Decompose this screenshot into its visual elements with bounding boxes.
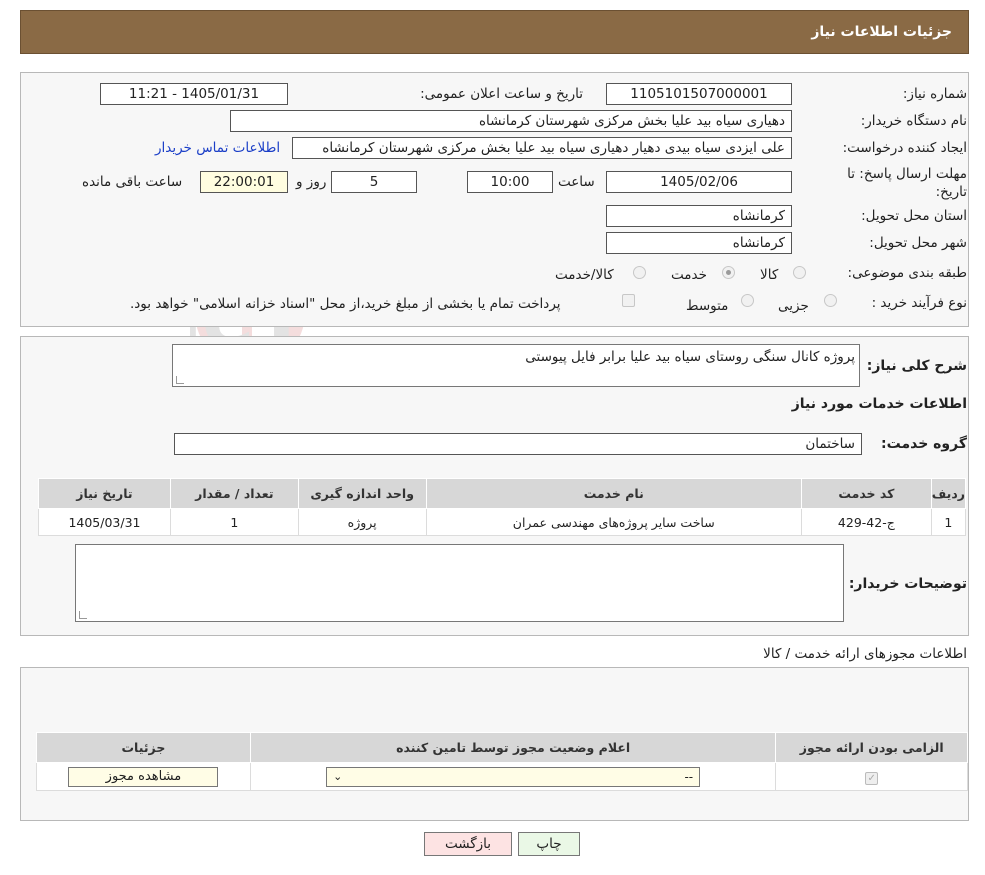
- category-option-service: خدمت: [671, 267, 707, 283]
- category-label: طبقه بندی موضوعی:: [847, 265, 967, 281]
- deadline-time-field: 10:00: [467, 171, 553, 193]
- cell-permit-status: ⌄ --: [249, 762, 777, 791]
- summary-label: شرح کلی نیاز:: [866, 358, 967, 374]
- back-button[interactable]: بازگشت: [424, 832, 512, 856]
- services-table-header: ردیف کد خدمت نام خدمت واحد اندازه گیری ت…: [38, 478, 967, 509]
- resize-grip-icon[interactable]: [176, 376, 184, 384]
- cell-service-name: ساخت سایر پروژه‌های مهندسی عمران: [425, 508, 802, 536]
- deadline-date-field: 1405/02/06: [606, 171, 792, 193]
- page-title: جزئیات اطلاعات نیاز: [811, 24, 952, 40]
- col-service-name: نام خدمت: [425, 478, 802, 509]
- col-permit-details: جزئیات: [36, 732, 251, 763]
- col-service-code: کد خدمت: [800, 478, 932, 509]
- days-label: روز و: [296, 174, 327, 190]
- buyer-notes-textarea[interactable]: [75, 544, 844, 622]
- permit-required-checkbox[interactable]: ✓: [865, 771, 879, 785]
- permits-table: الزامی بودن ارائه مجوز اعلام وضعیت مجوز …: [36, 732, 968, 791]
- creator-field: علی ایزدی سیاه بیدی دهیار دهیاری سیاه بی…: [292, 137, 792, 159]
- col-quantity: تعداد / مقدار: [169, 478, 299, 509]
- process-radio-medium[interactable]: [741, 294, 754, 307]
- resize-grip-icon[interactable]: [79, 611, 87, 619]
- col-permit-required: الزامی بودن ارائه مجوز: [775, 732, 968, 763]
- cell-permit-details: مشاهده مجوز: [36, 762, 251, 791]
- process-note: پرداخت تمام یا بخشی از مبلغ خرید،از محل …: [130, 296, 561, 312]
- process-radio-minor[interactable]: [824, 294, 837, 307]
- print-button[interactable]: چاپ: [518, 832, 580, 856]
- process-option-minor: جزیی: [778, 298, 809, 314]
- chevron-down-icon: ⌄: [333, 770, 343, 783]
- permits-heading: اطلاعات مجوزهای ارائه خدمت / کالا: [763, 646, 967, 662]
- remaining-time-field: 22:00:01: [200, 171, 288, 193]
- category-radio-goods[interactable]: [793, 266, 806, 279]
- cell-need-date: 1405/03/31: [38, 508, 171, 536]
- service-group-label: گروه خدمت:: [881, 436, 967, 452]
- col-row: ردیف: [930, 478, 967, 509]
- need-number-label: شماره نیاز:: [902, 86, 967, 102]
- announce-field: 1405/01/31 - 11:21: [100, 83, 288, 105]
- col-permit-status: اعلام وضعیت مجوز توسط تامین کننده: [249, 732, 777, 763]
- permit-status-select[interactable]: ⌄ --: [326, 766, 701, 787]
- category-option-goods: کالا: [760, 267, 779, 283]
- cell-unit: پروژه: [297, 508, 427, 536]
- permits-table-header: الزامی بودن ارائه مجوز اعلام وضعیت مجوز …: [36, 732, 968, 763]
- process-label: نوع فرآیند خرید :: [871, 295, 967, 311]
- province-label: استان محل تحویل:: [861, 208, 967, 224]
- process-checkbox-treasury[interactable]: [622, 294, 635, 307]
- page-header: جزئیات اطلاعات نیاز: [20, 10, 969, 54]
- cell-permit-required: ✓: [775, 762, 968, 791]
- permit-status-value: --: [684, 769, 694, 784]
- days-field: 5: [331, 171, 417, 193]
- category-radio-service[interactable]: [722, 266, 735, 279]
- col-need-date: تاریخ نیاز: [38, 478, 171, 509]
- summary-text: پروژه کانال سنگی روستای سیاه بید علیا بر…: [525, 349, 855, 365]
- category-option-goods-service: کالا/خدمت: [555, 267, 614, 283]
- table-row: 1 ج-42-429 ساخت سایر پروژه‌های مهندسی عم…: [38, 508, 967, 536]
- table-row: ✓ ⌄ -- مشاهده مجوز: [36, 762, 968, 791]
- city-label: شهر محل تحویل:: [869, 235, 967, 251]
- services-table: ردیف کد خدمت نام خدمت واحد اندازه گیری ت…: [38, 478, 967, 536]
- services-heading: اطلاعات خدمات مورد نیاز: [791, 396, 967, 412]
- city-field: کرمانشاه: [606, 232, 792, 254]
- process-option-medium: متوسط: [686, 298, 729, 314]
- province-field: کرمانشاه: [606, 205, 792, 227]
- buyer-contact-link[interactable]: اطلاعات تماس خریدار: [155, 140, 280, 156]
- deadline-label: مهلت ارسال پاسخ: تا تاریخ:: [847, 166, 967, 200]
- cell-row: 1: [930, 508, 967, 536]
- cell-service-code: ج-42-429: [800, 508, 932, 536]
- deadline-time-label: ساعت: [558, 174, 595, 190]
- col-unit: واحد اندازه گیری: [297, 478, 427, 509]
- summary-textarea[interactable]: پروژه کانال سنگی روستای سیاه بید علیا بر…: [172, 344, 860, 387]
- need-number-field: 1105101507000001: [606, 83, 792, 105]
- remaining-time-label: ساعت باقی مانده: [82, 174, 183, 190]
- service-group-field: ساختمان: [174, 433, 862, 455]
- announce-label: تاریخ و ساعت اعلان عمومی:: [420, 86, 583, 102]
- buyer-org-label: نام دستگاه خریدار:: [860, 113, 967, 129]
- buyer-notes-label: توضیحات خریدار:: [848, 576, 967, 592]
- buyer-org-field: دهیاری سیاه بید علیا بخش مرکزی شهرستان ک…: [230, 110, 792, 132]
- view-permit-button[interactable]: مشاهده مجوز: [68, 766, 219, 787]
- creator-label: ایجاد کننده درخواست:: [842, 140, 967, 156]
- cell-quantity: 1: [169, 508, 299, 536]
- category-radio-goods-service[interactable]: [633, 266, 646, 279]
